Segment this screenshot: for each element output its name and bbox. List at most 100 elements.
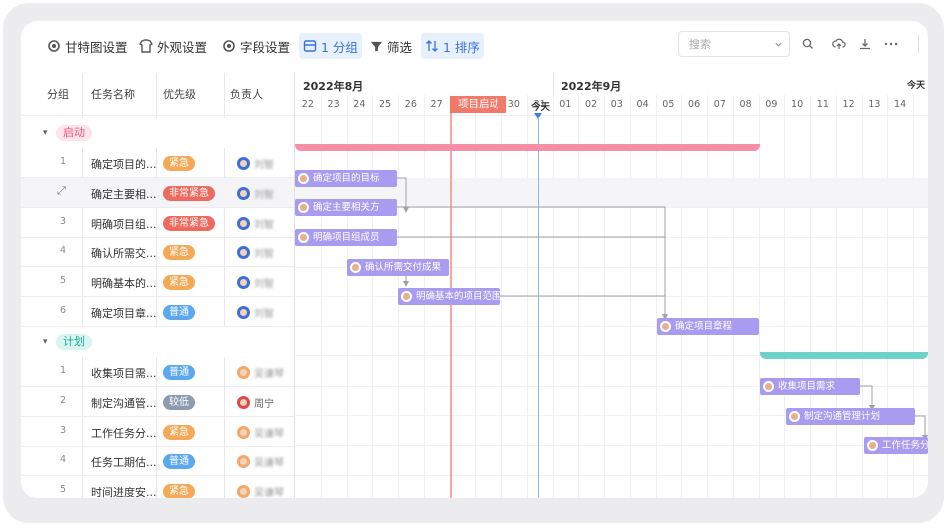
priority-badge: 非常紧急 [163,185,215,201]
row-number: 2 [59,394,67,406]
appearance-settings-button[interactable]: 外观设置 [135,33,211,59]
task-name: 收集项目需... [91,367,157,380]
download-button[interactable] [854,33,876,55]
table-row[interactable]: 5 明确基本的... 紧急 刘智 [21,267,294,298]
avatar [237,157,250,170]
group-icon [303,40,317,52]
sort-icon [426,40,438,52]
task-bar[interactable]: 明确项目组成员 [295,229,397,246]
owner-cell: 刘智 [237,245,274,260]
task-name: 制定沟通管... [91,396,157,410]
dependency-lines [397,177,928,441]
search-input[interactable]: 搜索 [678,31,790,57]
column-header-priority[interactable]: 优先级 [163,73,196,115]
group-tag-plan: 计划 [56,334,92,350]
avatar [237,186,250,200]
task-bar[interactable]: 收集项目需求 [760,378,860,395]
group-button[interactable]: 1 分组 [299,33,362,59]
priority-badge: 较低 [163,394,195,410]
avatar [237,485,250,498]
filter-label: 筛选 [387,39,413,55]
expand-icon[interactable]: ⤢ [57,184,66,198]
priority-badge: 普通 [163,305,195,320]
row-number: 4 [59,245,67,257]
gear-icon [223,40,235,52]
owner-cell: 吴谦琴 [237,484,284,498]
task-bar[interactable]: 确认所需交付成果 [347,259,449,276]
table-row[interactable]: 3 工作任务分... 紧急 吴谦琴 [21,417,294,447]
search-button[interactable] [797,33,819,55]
row-number: 1 [59,156,67,167]
table-row[interactable]: 2 制定沟通管... 较低 周宁 [21,387,294,417]
row-number: 5 [59,484,67,496]
table-row[interactable]: 3 明确项目组... 非常紧急 刘智 [21,208,294,238]
column-header-owner[interactable]: 负责人 [230,73,263,115]
task-bar[interactable]: 确定主要相关方 [295,199,397,216]
row-number: 3 [59,424,67,436]
task-bar-label: 工作任务分解 [882,440,928,451]
gear-icon [48,40,60,52]
avatar [237,425,250,439]
filter-button[interactable]: 筛选 [366,33,416,59]
owner-cell: 刘智 [237,186,274,201]
avatar [298,173,309,184]
collapse-caret-icon[interactable]: ▾ [43,128,48,138]
avatar [237,366,250,379]
table-row[interactable]: 6 确定项目章... 普通 刘智 [21,297,294,327]
table-row[interactable]: ⤢ 确定主要相... 非常紧急 刘智 [21,177,294,208]
row-number: 4 [59,454,67,466]
owner-name: 刘智 [254,219,274,231]
row-number: 1 [59,365,67,376]
filter-icon [370,41,383,51]
table-row[interactable]: 4 任务工期估... 普通 吴谦琴 [21,446,294,477]
collapse-caret-icon[interactable]: ▾ [43,337,48,347]
avatar [237,246,250,260]
task-name: 确定项目的... [91,158,157,171]
row-number: 3 [59,215,67,227]
row-number: 5 [59,275,67,287]
task-bar[interactable]: 确定项目的目标 [295,170,397,187]
column-header-task-name[interactable]: 任务名称 [91,73,135,115]
priority-badge: 非常紧急 [163,215,215,231]
task-name: 明确项目组... [91,217,157,231]
table-row[interactable]: 1 收集项目需... 普通 吴谦琴 [21,357,294,387]
shirt-icon [139,39,153,53]
group-row-plan[interactable]: ▾ 计划 [21,327,294,357]
gantt-settings-button[interactable]: 甘特图设置 [43,33,132,59]
task-bar-label: 确认所需交付成果 [365,262,442,273]
table-row[interactable]: 5 时间进度安... 紧急 吴谦琴 [21,476,294,498]
upload-button[interactable] [828,33,850,55]
owner-name: 吴谦琴 [254,428,284,440]
task-name: 时间进度安... [91,486,157,498]
gantt-window: 甘特图设置 外观设置 字段设置 1 分组 筛选 1 排序 搜索 分组 任务名称 … [21,21,928,498]
avatar [298,232,309,243]
owner-cell: 刘智 [237,216,274,231]
task-bar[interactable]: 制定沟通管理计划 [786,408,915,425]
owner-name: 吴谦琴 [254,458,284,470]
gantt-chart: 2022年8月 2022年9月 今天 222324252627282930310… [295,73,928,498]
avatar [867,440,878,451]
task-bar[interactable]: 明确基本的项目范围 [398,288,500,305]
table-row[interactable]: 1 确定项目的... 紧急 刘智 [21,148,294,178]
group-row-start[interactable]: ▾ 启动 [21,118,294,148]
priority-badge: 紧急 [163,484,195,498]
field-settings-button[interactable]: 字段设置 [218,33,294,59]
priority-badge: 紧急 [163,424,195,440]
owner-cell: 刘智 [237,275,274,290]
table-row[interactable]: 4 确认所需交... 紧急 刘智 [21,237,294,268]
search-placeholder: 搜索 [689,38,711,51]
sort-button[interactable]: 1 排序 [421,33,484,59]
cloud-upload-icon [832,38,846,49]
more-button[interactable] [880,33,902,55]
priority-badge: 普通 [163,365,195,380]
owner-name: 刘智 [254,249,274,261]
task-bar[interactable]: 确定项目章程 [657,318,759,335]
sort-label: 1 排序 [443,39,480,55]
task-name: 确认所需交... [91,247,157,261]
column-header-group[interactable]: 分组 [47,73,69,115]
avatar [237,395,250,409]
task-bar-label: 制定沟通管理计划 [804,411,881,422]
task-bar[interactable]: 工作任务分解 [864,437,928,454]
priority-badge: 紧急 [163,156,195,171]
owner-name: 刘智 [254,189,274,201]
